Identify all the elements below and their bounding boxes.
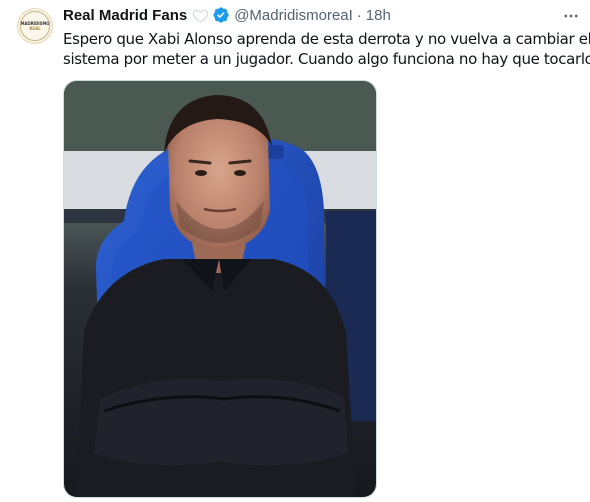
more-options-icon bbox=[564, 14, 578, 18]
avatar-logo: MADRIDISMO REAL bbox=[20, 11, 50, 41]
heart-outline-icon bbox=[192, 7, 209, 24]
author-display-name[interactable]: Real Madrid Fans bbox=[63, 7, 187, 24]
verified-badge-icon[interactable] bbox=[212, 6, 230, 24]
tweet-text-line: sistema por meter a un jugador. Cuando a… bbox=[63, 50, 590, 68]
photo-coach-seated: S ón bbox=[64, 81, 376, 497]
tweet-text: Espero que Xabi Alonso aprenda de esta d… bbox=[63, 29, 590, 69]
avatar-logo-text-bottom: REAL bbox=[29, 26, 41, 31]
tweet-text-line: Espero que Xabi Alonso aprenda de esta d… bbox=[63, 30, 590, 48]
tweet-photo[interactable]: S ón bbox=[63, 80, 377, 498]
more-options-button[interactable] bbox=[558, 6, 584, 26]
tweet-header: Real Madrid Fans @MadridismoreaI · 18h bbox=[63, 4, 391, 26]
author-handle[interactable]: @MadridismoreaI bbox=[234, 7, 353, 24]
separator-dot: · bbox=[356, 6, 362, 24]
tweet-timestamp[interactable]: 18h bbox=[366, 7, 391, 24]
avatar[interactable]: MADRIDISMO REAL bbox=[17, 8, 53, 44]
tweet-card[interactable]: MADRIDISMO REAL Real Madrid Fans @Madrid… bbox=[0, 0, 590, 502]
